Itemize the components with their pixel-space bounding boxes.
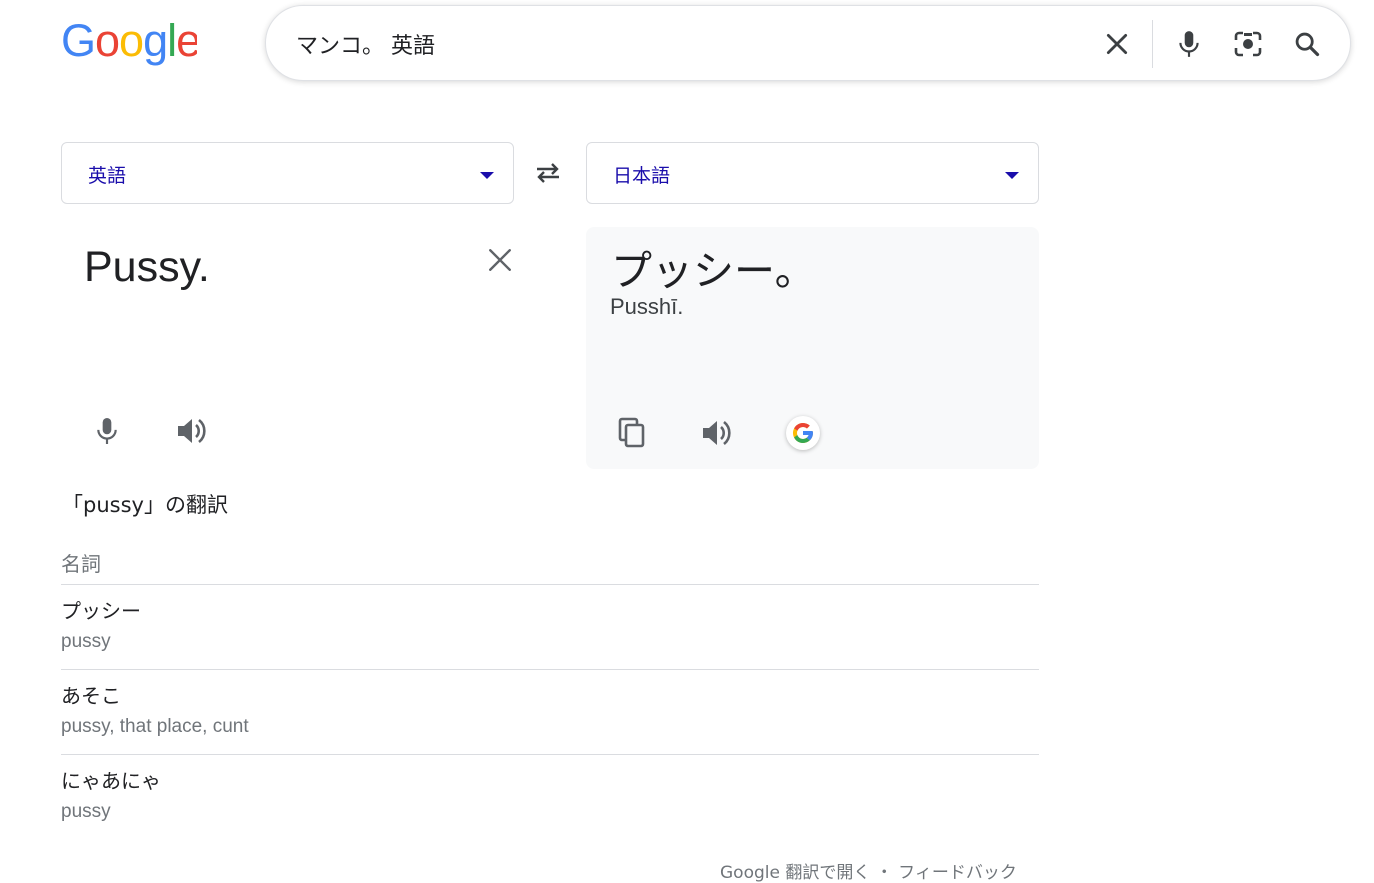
entry-word[interactable]: あそこ <box>61 682 1039 710</box>
google-g-icon[interactable] <box>783 413 823 453</box>
dictionary-entry: あそこ pussy, that place, cunt <box>61 682 1039 741</box>
translated-text: プッシー。 <box>611 247 816 295</box>
google-logo[interactable]: Google <box>61 18 197 66</box>
divider <box>61 584 1039 585</box>
search-divider <box>1152 20 1153 68</box>
search-icon[interactable] <box>1289 26 1325 62</box>
source-language-select[interactable]: 英語 <box>61 142 514 204</box>
translation-output-panel: プッシー。 Pusshī. <box>586 227 1039 469</box>
entry-back-translation: pussy <box>61 631 111 652</box>
microphone-icon[interactable] <box>1171 26 1207 62</box>
svg-text:Google: Google <box>61 18 197 66</box>
divider <box>61 754 1039 755</box>
source-text[interactable]: Pussy. <box>84 243 210 292</box>
close-icon[interactable] <box>1099 26 1135 62</box>
camera-lens-icon[interactable] <box>1230 26 1266 62</box>
divider <box>61 669 1039 670</box>
copy-icon[interactable] <box>611 413 651 453</box>
chevron-down-icon <box>1005 172 1019 179</box>
transliteration-text: Pusshī. <box>610 294 684 319</box>
dictionary-entry: にゃあにゃ pussy <box>61 767 1039 826</box>
close-icon[interactable] <box>482 242 518 278</box>
dictionary-entry: プッシー pussy <box>61 597 1039 656</box>
entry-back-translation: pussy, that place, cunt <box>61 716 249 737</box>
entry-word[interactable]: プッシー <box>61 597 1039 625</box>
part-of-speech-label: 名詞 <box>61 552 101 576</box>
chevron-down-icon <box>480 172 494 179</box>
entry-back-translation: pussy <box>61 801 111 822</box>
source-language-label: 英語 <box>88 165 127 187</box>
swap-arrows-icon[interactable] <box>528 156 568 190</box>
microphone-icon[interactable] <box>87 411 127 451</box>
entry-word[interactable]: にゃあにゃ <box>61 767 1039 795</box>
translations-heading: 「pussy」の翻訳 <box>62 493 228 517</box>
search-input[interactable] <box>296 6 1056 82</box>
target-language-select[interactable]: 日本語 <box>586 142 1039 204</box>
speaker-icon[interactable] <box>696 413 736 453</box>
speaker-icon[interactable] <box>171 411 211 451</box>
search-bar <box>265 5 1351 82</box>
target-language-label: 日本語 <box>613 165 671 187</box>
